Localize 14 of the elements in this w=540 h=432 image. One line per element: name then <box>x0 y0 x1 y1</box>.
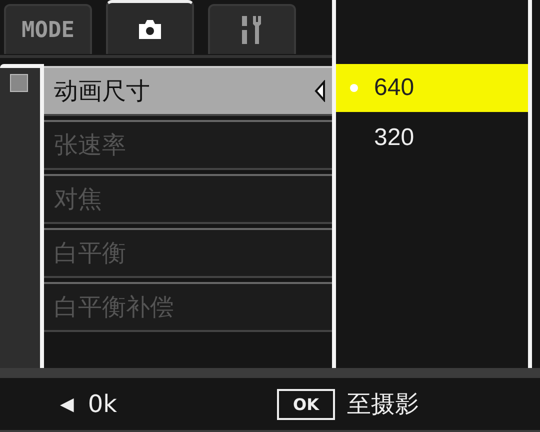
option-item[interactable]: 640 <box>336 64 528 112</box>
option-item[interactable]: 320 <box>336 114 528 162</box>
mode-tab[interactable]: MODE <box>4 4 92 54</box>
square-icon <box>10 74 28 92</box>
camera-tab[interactable] <box>106 0 194 54</box>
back-label: 0k <box>88 390 118 418</box>
tools-tab[interactable] <box>208 4 296 54</box>
back-arrow: ◀ <box>60 394 74 414</box>
menu-item[interactable]: 动画尺寸 <box>44 66 332 116</box>
left-arrow-icon <box>314 80 326 102</box>
dot-icon <box>350 84 358 92</box>
camera-icon <box>137 18 163 40</box>
ok-key: OK <box>277 388 336 420</box>
ok-label: 至摄影 <box>347 389 420 420</box>
